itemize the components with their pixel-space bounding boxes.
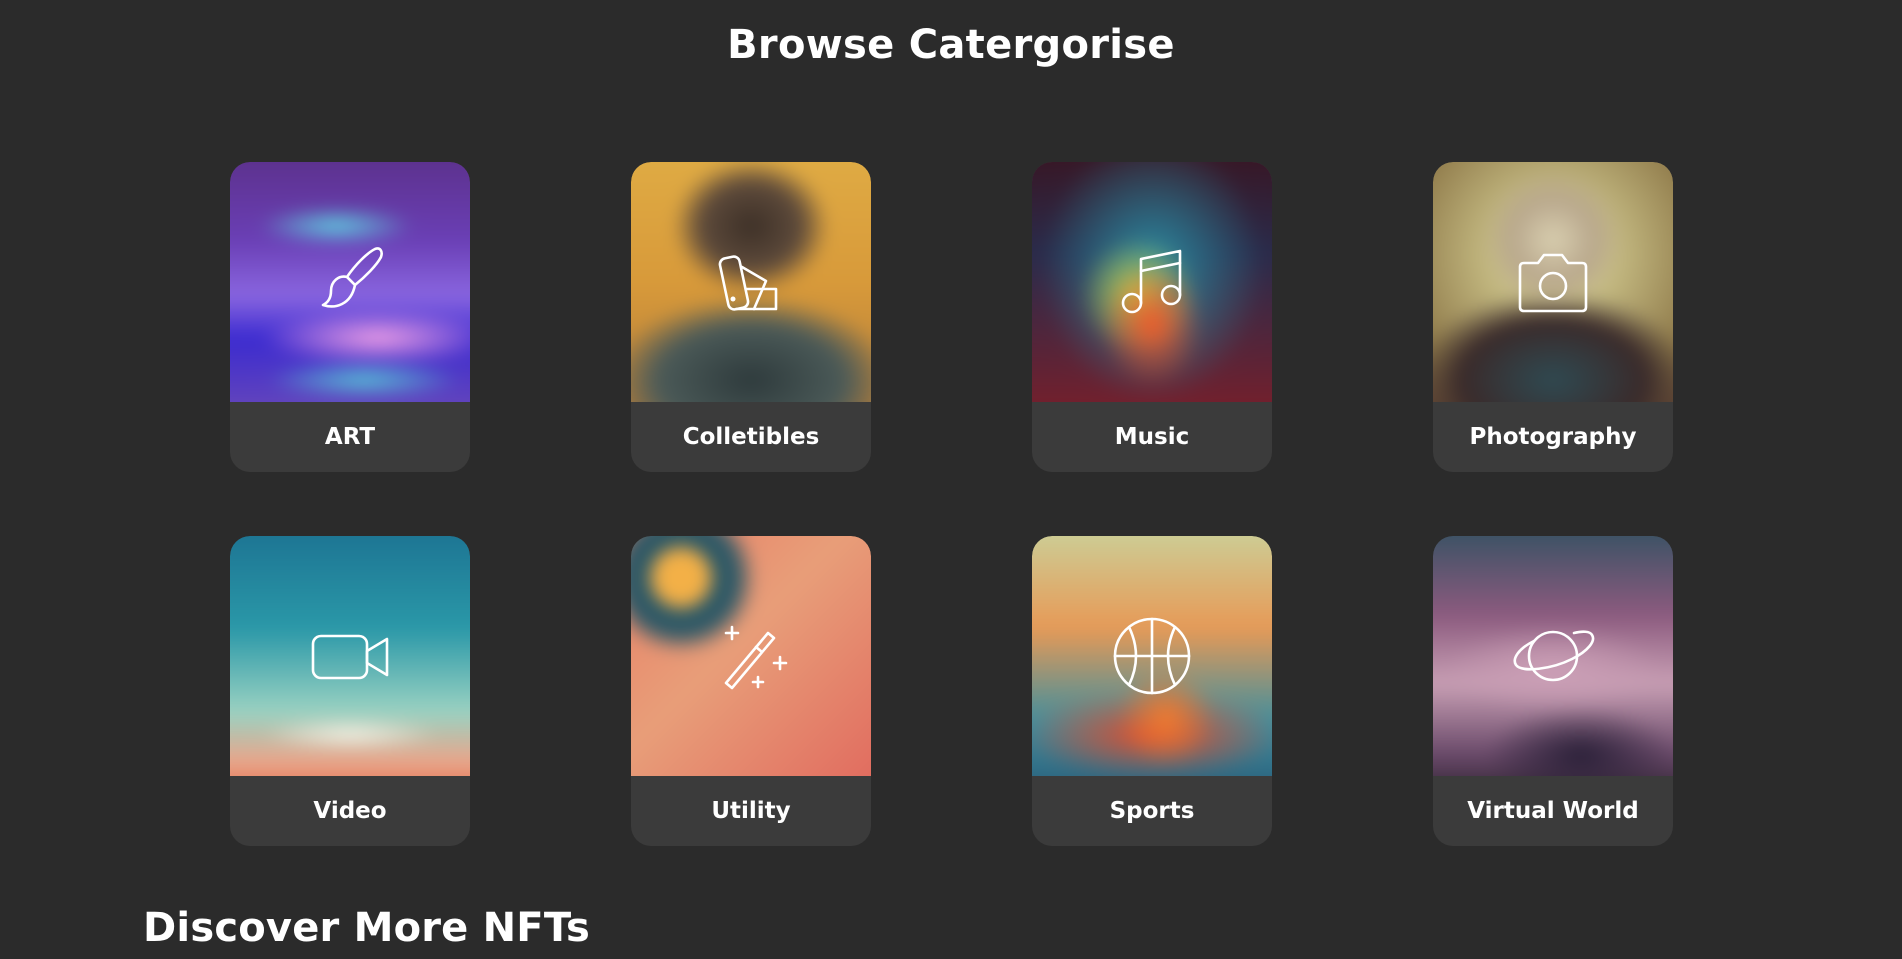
paintbrush-icon (321, 247, 383, 308)
category-image-sports (1032, 536, 1272, 776)
swatchbook-icon (718, 255, 778, 311)
category-card-video[interactable]: Video (230, 536, 470, 846)
camera-icon (1518, 253, 1588, 313)
section-title: Browse Catergorise (727, 22, 1175, 68)
category-label: Virtual World (1467, 798, 1639, 824)
category-label: ART (324, 424, 376, 450)
category-label: Photography (1469, 424, 1637, 450)
category-label: Music (1114, 424, 1190, 450)
category-card-music[interactable]: Music (1032, 162, 1272, 472)
category-card-colletibles[interactable]: Colletibles (631, 162, 871, 472)
category-label: Utility (711, 798, 791, 824)
video-camera-icon (311, 634, 389, 680)
category-card-photography[interactable]: Photography (1433, 162, 1673, 472)
categories-grid: ART Colletibles Music Photography Video … (230, 162, 1673, 846)
category-card-virtual-world[interactable]: Virtual World (1433, 536, 1673, 846)
category-card-sports[interactable]: Sports (1032, 536, 1272, 846)
category-image-virtual-world (1433, 536, 1673, 776)
category-image-video (230, 536, 470, 776)
category-image-utility (631, 536, 871, 776)
category-label: Colletibles (682, 424, 820, 450)
category-image-music (1032, 162, 1272, 402)
magic-wand-icon (724, 625, 788, 690)
category-label: Sports (1109, 798, 1195, 824)
music-note-icon (1121, 249, 1182, 314)
category-card-art[interactable]: ART (230, 162, 470, 472)
planet-icon (1513, 630, 1595, 682)
category-image-colletibles (631, 162, 871, 402)
discover-more-title: Discover More NFTs (143, 905, 591, 951)
category-image-art (230, 162, 470, 402)
category-image-photography (1433, 162, 1673, 402)
category-label: Video (313, 798, 387, 824)
category-card-utility[interactable]: Utility (631, 536, 871, 846)
basketball-icon (1113, 617, 1191, 695)
browse-categories-page: Browse Catergorise ART Colletibles Music… (0, 0, 1902, 959)
